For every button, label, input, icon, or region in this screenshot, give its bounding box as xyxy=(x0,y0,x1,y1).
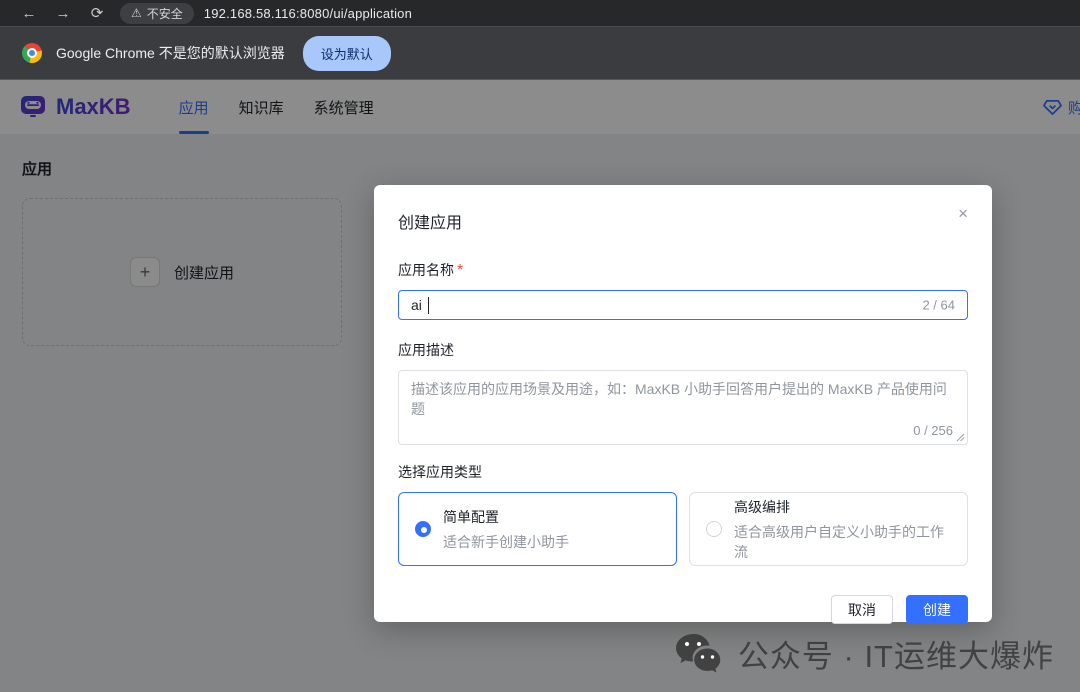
app-type-label: 选择应用类型 xyxy=(398,464,482,480)
chrome-logo-icon xyxy=(22,43,42,63)
required-asterisk: * xyxy=(457,262,464,279)
type-option-advanced[interactable]: 高级编排 适合高级用户自定义小助手的工作流 xyxy=(689,492,968,566)
type-option-simple[interactable]: 简单配置 适合新手创建小助手 xyxy=(398,492,677,566)
app-description-label: 应用描述 xyxy=(398,342,454,358)
modal-title: 创建应用 xyxy=(398,215,463,232)
warning-icon: ⚠ xyxy=(131,6,142,20)
radio-unselected-icon[interactable] xyxy=(706,521,722,537)
browser-toolbar: ← → ⟳ ⚠ 不安全 192.168.58.116:8080/ui/appli… xyxy=(0,0,1080,26)
watermark-text: 公众号 · IT运维大爆炸 xyxy=(737,639,1054,674)
url-text[interactable]: 192.168.58.116:8080/ui/application xyxy=(204,6,412,21)
type-option-title: 简单配置 xyxy=(443,508,499,525)
close-icon[interactable]: × xyxy=(958,205,968,222)
back-icon[interactable]: ← xyxy=(12,5,46,22)
refresh-icon[interactable]: ⟳ xyxy=(80,4,114,22)
name-char-counter: 2 / 64 xyxy=(922,297,955,313)
security-badge[interactable]: ⚠ 不安全 xyxy=(120,2,194,24)
app-type-options: 简单配置 适合新手创建小助手 高级编排 适合高级用户自定义小助手的工作流 xyxy=(398,492,968,566)
create-app-modal: 创建应用 × 应用名称* 2 / 64 应用描述 0 / 256 选择应用类型 xyxy=(374,185,992,624)
type-option-title: 高级编排 xyxy=(734,498,790,515)
app-description-wrap: 0 / 256 xyxy=(398,370,968,445)
type-option-subtitle: 适合新手创建小助手 xyxy=(443,533,569,550)
set-default-button[interactable]: 设为默认 xyxy=(302,35,391,71)
address-bar[interactable]: ⚠ 不安全 192.168.58.116:8080/ui/application xyxy=(120,2,412,24)
app-name-input[interactable] xyxy=(411,297,871,313)
wechat-icon xyxy=(675,633,721,672)
description-char-counter: 0 / 256 xyxy=(913,423,953,438)
app-name-input-wrap: 2 / 64 xyxy=(398,290,968,320)
text-caret xyxy=(428,297,429,314)
cancel-button[interactable]: 取消 xyxy=(831,595,893,624)
create-button[interactable]: 创建 xyxy=(906,595,968,624)
infobar-message: Google Chrome 不是您的默认浏览器 xyxy=(56,45,285,61)
forward-icon[interactable]: → xyxy=(46,5,80,22)
watermark: 公众号 · IT运维大爆炸 xyxy=(674,631,1054,676)
security-badge-label: 不安全 xyxy=(146,6,183,21)
screen: ← → ⟳ ⚠ 不安全 192.168.58.116:8080/ui/appli… xyxy=(0,0,1080,692)
app-name-label: 应用名称 xyxy=(398,262,454,278)
app-description-textarea[interactable] xyxy=(399,371,967,444)
resize-handle-icon[interactable] xyxy=(956,433,965,442)
radio-selected-icon[interactable] xyxy=(415,521,431,537)
chrome-infobar: Google Chrome 不是您的默认浏览器 设为默认 xyxy=(0,26,1080,80)
type-option-subtitle: 适合高级用户自定义小助手的工作流 xyxy=(734,523,944,560)
